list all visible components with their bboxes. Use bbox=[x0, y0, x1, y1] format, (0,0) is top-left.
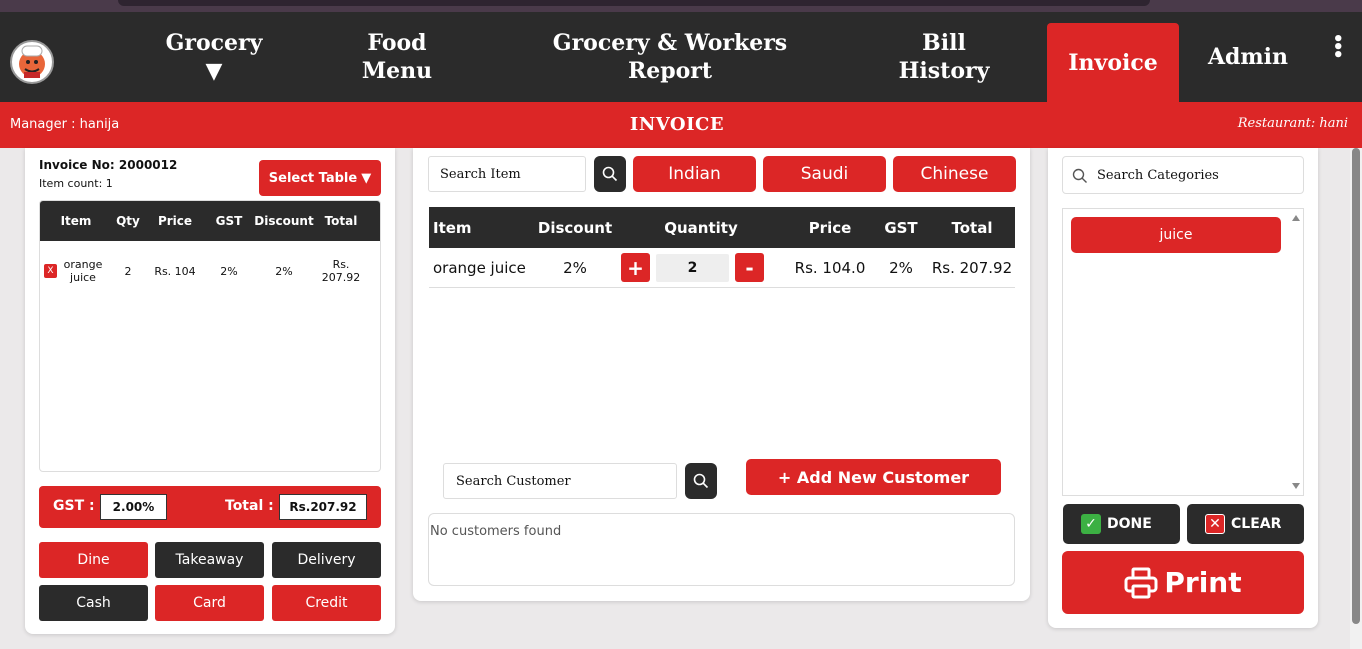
quantity-stepper: + 2 - bbox=[615, 253, 787, 282]
address-bar bbox=[118, 0, 1150, 6]
scroll-up-icon[interactable] bbox=[1292, 215, 1300, 221]
nav-invoice[interactable]: Invoice bbox=[1047, 23, 1179, 102]
chef-logo-icon[interactable] bbox=[10, 40, 54, 84]
gst-field: 2.00% bbox=[100, 494, 167, 520]
printer-icon bbox=[1124, 567, 1158, 598]
cash-button[interactable]: Cash bbox=[39, 585, 148, 621]
kebab-menu-icon[interactable]: • • • bbox=[1332, 31, 1344, 65]
restaurant-label: Restaurant: hani bbox=[1237, 116, 1348, 131]
invoice-number: Invoice No: 2000012 bbox=[39, 158, 178, 172]
category-chinese-button[interactable]: Chinese bbox=[893, 156, 1016, 192]
bill-table: Item Qty Price GST Discount Total X oran… bbox=[39, 200, 381, 472]
page-scrollbar[interactable] bbox=[1350, 148, 1362, 649]
credit-button[interactable]: Credit bbox=[272, 585, 381, 621]
nav-admin[interactable]: Admin bbox=[1196, 12, 1300, 102]
print-button[interactable]: Print bbox=[1062, 551, 1304, 614]
nav-grocery[interactable]: Grocery ▼ bbox=[160, 12, 268, 102]
takeaway-button[interactable]: Takeaway bbox=[155, 542, 264, 578]
close-icon: ✕ bbox=[1205, 514, 1225, 534]
dine-button[interactable]: Dine bbox=[39, 542, 148, 578]
table-row: orange juice 2% + 2 - Rs. 104.0 2% Rs. 2… bbox=[429, 248, 1015, 288]
bill-table-header: Item Qty Price GST Discount Total bbox=[40, 201, 380, 241]
items-table-header: Item Discount Quantity Price GST Total bbox=[429, 207, 1015, 248]
chevron-down-icon: ▼ bbox=[205, 58, 223, 84]
nav-grocery-workers-report[interactable]: Grocery & Workers Report bbox=[552, 12, 788, 102]
search-icon bbox=[602, 166, 618, 182]
browser-strip bbox=[0, 0, 1362, 12]
item-count: Item count: 1 bbox=[39, 177, 113, 190]
search-icon bbox=[693, 473, 709, 489]
category-saudi-button[interactable]: Saudi bbox=[763, 156, 886, 192]
remove-item-button[interactable]: X bbox=[44, 264, 57, 278]
no-customers-text: No customers found bbox=[430, 524, 562, 539]
table-row: X orange juice 2 Rs. 104 2% 2% Rs. 207.9… bbox=[40, 241, 380, 301]
category-panel: Search Categories juice ✓ DONE ✕ CLEAR P… bbox=[1048, 148, 1318, 628]
nav-bill-history[interactable]: Bill History bbox=[892, 12, 996, 102]
scrollbar-thumb[interactable] bbox=[1352, 148, 1360, 624]
bill-panel: Invoice No: 2000012 Item count: 1 Select… bbox=[25, 148, 395, 634]
delivery-button[interactable]: Delivery bbox=[272, 542, 381, 578]
search-customer-button[interactable] bbox=[685, 463, 717, 499]
page-title: INVOICE bbox=[629, 114, 725, 135]
add-new-customer-button[interactable]: + Add New Customer bbox=[746, 459, 1001, 495]
search-item-button[interactable] bbox=[594, 156, 626, 192]
bill-summary: GST : 2.00% Total : Rs.207.92 bbox=[39, 486, 381, 528]
search-item-input[interactable]: Search Item bbox=[428, 156, 586, 192]
quantity-field[interactable]: 2 bbox=[656, 253, 729, 282]
category-list: juice bbox=[1062, 208, 1304, 496]
total-field: Rs.207.92 bbox=[279, 494, 367, 520]
card-button[interactable]: Card bbox=[155, 585, 264, 621]
check-icon: ✓ bbox=[1081, 514, 1101, 534]
clear-button[interactable]: ✕ CLEAR bbox=[1187, 504, 1304, 544]
customer-results: No customers found bbox=[428, 513, 1015, 586]
caret-down-icon: ▼ bbox=[361, 170, 372, 186]
items-table: Item Discount Quantity Price GST Total o… bbox=[429, 207, 1015, 288]
category-indian-button[interactable]: Indian bbox=[633, 156, 756, 192]
search-categories-input[interactable]: Search Categories bbox=[1062, 156, 1304, 194]
increase-quantity-button[interactable]: + bbox=[621, 253, 650, 282]
category-juice-button[interactable]: juice bbox=[1071, 217, 1281, 253]
decrease-quantity-button[interactable]: - bbox=[735, 253, 764, 282]
select-table-button[interactable]: Select Table ▼ bbox=[259, 160, 381, 196]
search-customer-input[interactable]: Search Customer bbox=[443, 463, 677, 499]
menu-panel: Search Item Indian Saudi Chinese Item Di… bbox=[413, 148, 1030, 601]
done-button[interactable]: ✓ DONE bbox=[1063, 504, 1180, 544]
scroll-down-icon[interactable] bbox=[1292, 483, 1300, 489]
nav-food-menu[interactable]: Food Menu bbox=[352, 12, 442, 102]
info-bar: Manager : hanija INVOICE Restaurant: han… bbox=[0, 102, 1362, 148]
top-nav: Grocery ▼ Food Menu Grocery & Workers Re… bbox=[0, 12, 1362, 102]
search-icon bbox=[1072, 168, 1087, 183]
